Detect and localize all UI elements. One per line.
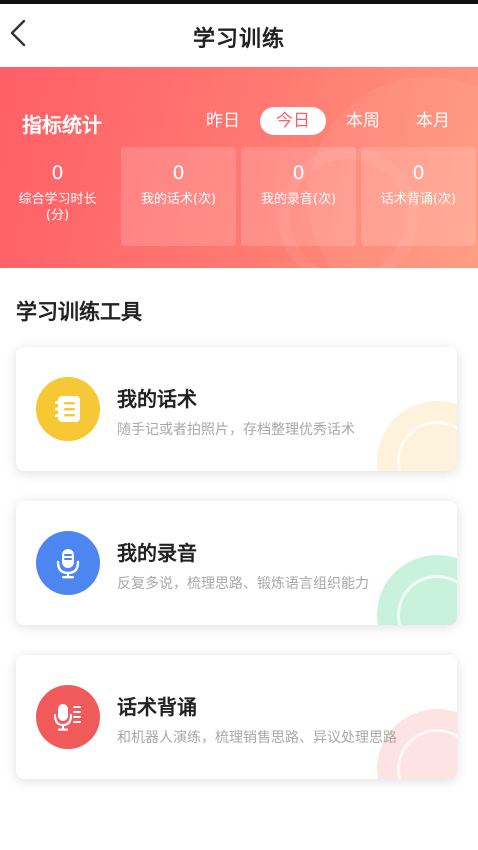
tool-description: 反复多说，梳理思路、锻炼语言组织能力 [117, 576, 369, 592]
notebook-icon [55, 396, 80, 422]
stat-study-time[interactable]: 0 综合学习时长(分) [0, 147, 115, 246]
tab-this-month[interactable]: 本月 [400, 107, 466, 135]
stat-label: 综合学习时长(分) [18, 192, 97, 223]
period-tabs: 昨日 今日 本周 本月 [190, 107, 466, 135]
page-title: 学习训练 [192, 27, 285, 52]
stat-label: 我的录音(次) [260, 192, 337, 207]
tool-card-script-recitation[interactable]: 话术背诵 和机器人演练，梳理销售思路、异议处理思路 [16, 655, 457, 779]
tool-icon-wrap [36, 531, 100, 595]
tool-name: 话术背诵 [117, 695, 197, 719]
stat-cards: 0 综合学习时长(分) 0 我的话术(次) 0 我的录音(次) 0 话术背诵(次… [0, 147, 478, 246]
tool-description: 随手记或者拍照片，存档整理优秀话术 [117, 422, 355, 438]
tool-description: 和机器人演练，梳理销售思路、异议处理思路 [117, 730, 397, 746]
stat-label: 话术背诵(次) [380, 192, 457, 207]
stats-panel: 指标统计 昨日 今日 本周 本月 0 综合学习时长(分) 0 我的话术(次) 0… [0, 67, 478, 268]
microphone-text-icon [53, 704, 81, 731]
tool-icon-wrap [36, 685, 100, 749]
tab-yesterday[interactable]: 昨日 [190, 107, 256, 135]
stat-label: 我的话术(次) [140, 192, 217, 207]
stats-title: 指标统计 [22, 113, 102, 137]
tool-card-my-recordings[interactable]: 我的录音 反复多说，梳理思路、锻炼语言组织能力 [16, 501, 457, 625]
stat-my-recordings[interactable]: 0 我的录音(次) [241, 147, 356, 246]
stat-my-scripts[interactable]: 0 我的话术(次) [121, 147, 236, 246]
tool-icon-wrap [36, 377, 100, 441]
section-title: 学习训练工具 [16, 300, 142, 324]
tool-name: 我的话术 [117, 387, 197, 411]
tab-this-week[interactable]: 本周 [330, 107, 396, 135]
stat-value: 0 [292, 162, 305, 184]
tool-card-my-scripts[interactable]: 我的话术 随手记或者拍照片，存档整理优秀话术 [16, 347, 457, 471]
stat-value: 0 [412, 162, 425, 184]
tool-name: 我的录音 [117, 541, 197, 565]
stat-value: 0 [51, 162, 64, 184]
tab-today[interactable]: 今日 [260, 107, 326, 135]
microphone-icon [56, 549, 80, 579]
nav-header: 学习训练 [0, 4, 478, 67]
stat-value: 0 [172, 162, 185, 184]
stat-script-recitation[interactable]: 0 话术背诵(次) [361, 147, 476, 246]
